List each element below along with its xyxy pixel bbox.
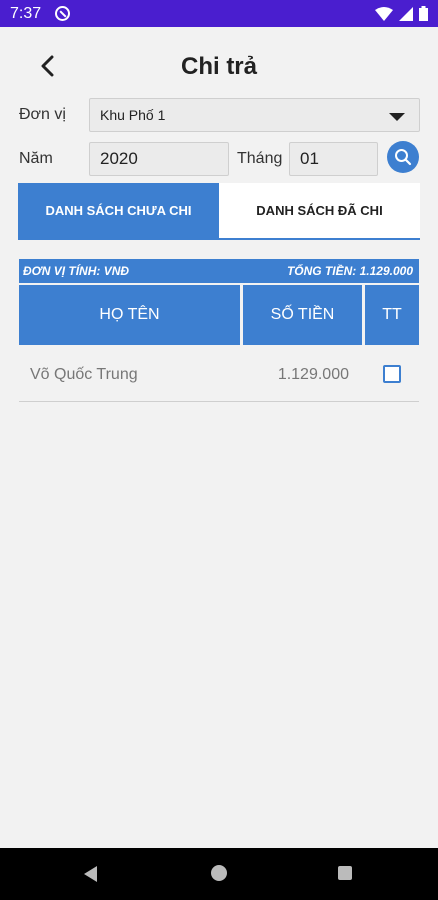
search-icon bbox=[395, 149, 412, 166]
tab-paid[interactable]: DANH SÁCH ĐÃ CHI bbox=[219, 183, 420, 238]
table-row: Võ Quốc Trung 1.129.000 bbox=[19, 348, 419, 402]
column-header-status: TT bbox=[365, 285, 419, 345]
column-header-name: HỌ TÊN bbox=[19, 285, 240, 345]
month-value: 01 bbox=[300, 149, 319, 168]
summary-bar: ĐƠN VỊ TÍNH: VNĐ TỔNG TIỀN: 1.129.000 bbox=[19, 259, 419, 283]
table-header: HỌ TÊN SỐ TIỀN TT bbox=[19, 285, 419, 345]
list-tabs: DANH SÁCH CHƯA CHI DANH SÁCH ĐÃ CHI bbox=[18, 183, 420, 240]
nav-recents-icon[interactable] bbox=[338, 866, 352, 880]
chevron-down-icon bbox=[389, 113, 405, 121]
year-input[interactable]: 2020 bbox=[89, 142, 229, 176]
status-time: 7:37 bbox=[10, 4, 42, 22]
nav-back-icon[interactable] bbox=[84, 866, 97, 882]
app-bar: Chi trả bbox=[0, 27, 438, 109]
unit-label: Đơn vị bbox=[19, 106, 66, 123]
unit-note: ĐƠN VỊ TÍNH: VNĐ bbox=[23, 264, 130, 278]
month-label: Tháng bbox=[237, 150, 283, 167]
total-value: 1.129.000 bbox=[359, 264, 413, 278]
unit-dropdown[interactable]: Khu Phố 1 bbox=[89, 98, 420, 132]
unit-selected-value: Khu Phố 1 bbox=[100, 107, 166, 123]
signal-icon bbox=[399, 6, 413, 21]
month-input[interactable]: 01 bbox=[289, 142, 378, 176]
year-label: Năm bbox=[19, 150, 53, 167]
total-amount: TỔNG TIỀN: 1.129.000 bbox=[287, 264, 413, 278]
column-header-amount: SỐ TIỀN bbox=[243, 285, 362, 345]
page-title: Chi trả bbox=[180, 53, 257, 80]
tab-unpaid[interactable]: DANH SÁCH CHƯA CHI bbox=[18, 183, 219, 238]
battery-icon bbox=[419, 6, 428, 21]
wifi-icon bbox=[375, 6, 393, 21]
nav-home-icon[interactable] bbox=[211, 865, 227, 881]
status-bar: 7:37 bbox=[0, 0, 438, 27]
search-button[interactable] bbox=[387, 141, 419, 173]
year-value: 2020 bbox=[100, 149, 138, 168]
row-amount: 1.129.000 bbox=[277, 366, 349, 383]
row-name: Võ Quốc Trung bbox=[30, 366, 138, 383]
sync-icon bbox=[55, 6, 71, 21]
total-label: TỔNG TIỀN: bbox=[286, 264, 357, 278]
status-icons bbox=[375, 6, 428, 21]
system-nav-bar bbox=[0, 848, 438, 900]
row-checkbox[interactable] bbox=[383, 365, 401, 383]
